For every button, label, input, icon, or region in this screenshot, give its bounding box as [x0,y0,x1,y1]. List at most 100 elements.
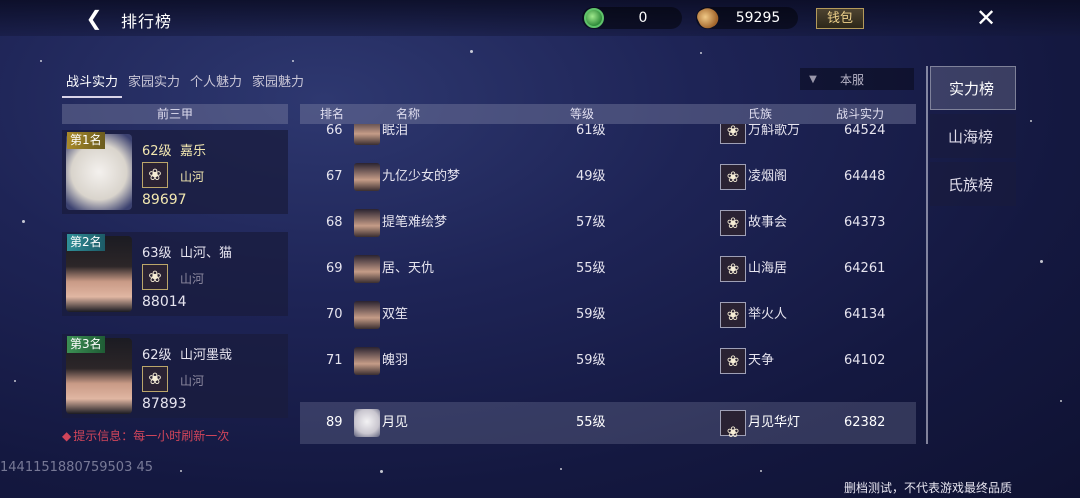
refresh-tip-text: 提示信息：每一小时刷新一次 [73,429,230,443]
clan-emblem-icon: ❀ [720,124,746,144]
jade-currency: 0 [582,7,682,29]
row-clan: 故事会 [748,215,788,230]
coin-amount: 59295 [735,10,781,26]
avatar [354,209,380,237]
wallet-button[interactable]: 钱包 [816,8,864,29]
row-power: 62382 [844,415,886,430]
row-power: 64524 [844,124,886,138]
row-rank: 67 [326,169,343,184]
row-clan: 天争 [748,353,775,368]
player-name: 山河墨哉 [180,348,233,363]
tab-home-power[interactable]: 家园实力 [124,72,184,98]
avatar [354,347,380,375]
rank-badge: 第1名 [67,132,105,149]
side-tabs: 实力榜 山海榜 氏族榜 [926,66,1016,210]
avatar [354,301,380,329]
row-name: 眠泪 [382,124,409,138]
coin-icon [694,4,722,32]
avatar [354,409,380,437]
row-clan: 月见华灯 [748,415,801,430]
row-clan: 万斛歌万 [748,124,801,138]
ranking-category-tabs: 战斗实力 家园实力 个人魅力 家园魅力 [62,72,310,98]
jade-amount: 0 [638,10,648,26]
row-rank: 89 [326,415,343,430]
ranking-table-header: 排名 名称 等级 氏族 战斗实力 [300,104,916,124]
top-bar: ❮ 排行榜 0 59295 钱包 ✕ [0,0,1080,36]
row-clan: 山海居 [748,261,788,276]
combat-power: 88014 [142,294,187,310]
row-level: 57级 [576,215,606,230]
ranking-list[interactable]: 66 眠泪 61级 ❀ 万斛歌万 64524 67 九亿少女的梦 49级 ❀ 凌… [300,124,916,400]
row-level: 59级 [576,353,606,368]
rank-badge: 第2名 [67,234,105,251]
row-name: 魄羽 [382,353,409,368]
table-row[interactable]: 69 居、天仇 55级 ❀ 山海居 64261 [300,246,916,292]
top3-card-3[interactable]: 第3名 62级 山河墨哉 ❀ 山河 87893 [62,334,288,418]
coin-currency: 59295 [694,4,798,32]
row-power: 64448 [844,169,886,184]
row-rank: 71 [326,353,343,368]
jade-icon [584,8,604,28]
rank-badge: 第3名 [67,336,105,353]
refresh-tip: ◆ 提示信息：每一小时刷新一次 [62,427,229,444]
player-level: 62级 [142,144,172,159]
info-diamond-icon: ◆ [62,429,72,443]
header-clan: 氏族 [748,107,773,121]
table-row[interactable]: 70 双笙 59级 ❀ 举火人 64134 [300,292,916,338]
self-rank-row[interactable]: 89 月见 55级 ❀ 月见华灯 62382 [300,402,916,444]
row-clan: 凌烟阁 [748,169,788,184]
header-name: 名称 [396,107,421,121]
avatar [354,163,380,191]
top3-card-2[interactable]: 第2名 63级 山河、猫 ❀ 山河 88014 [62,232,288,316]
avatar [354,255,380,283]
clan-name: 山河 [180,272,205,286]
clan-emblem-icon: ❀ [720,348,746,374]
top3-card-1[interactable]: 第1名 62级 嘉乐 ❀ 山河 89697 [62,130,288,214]
close-icon[interactable]: ✕ [972,4,1000,32]
test-disclaimer: 删档测试，不代表游戏最终品质 [844,481,1013,495]
clan-flower-icon: ❀ [142,264,168,290]
combat-power: 89697 [142,192,187,208]
row-rank: 69 [326,261,343,276]
row-level: 61级 [576,124,606,138]
server-dropdown[interactable]: ▼ 本服 [800,68,914,90]
tab-shanhai-ranking[interactable]: 山海榜 [930,114,1016,158]
player-level: 62级 [142,348,172,363]
row-power: 64102 [844,353,886,368]
clan-emblem-icon: ❀ [720,210,746,236]
row-level: 59级 [576,307,606,322]
player-level: 63级 [142,246,172,261]
row-power: 64261 [844,261,886,276]
header-level: 等级 [570,107,595,121]
table-row[interactable]: 68 提笔难绘梦 57级 ❀ 故事会 64373 [300,200,916,246]
tab-personal-charm[interactable]: 个人魅力 [186,72,246,98]
row-level: 55级 [576,415,606,430]
row-power: 64373 [844,215,886,230]
row-power: 64134 [844,307,886,322]
tab-clan-ranking[interactable]: 氏族榜 [930,162,1016,206]
page-title: 排行榜 [121,12,173,31]
row-clan: 举火人 [748,307,788,322]
clan-name: 山河 [180,170,205,184]
clan-emblem-icon: ❀ [720,256,746,282]
row-name: 双笙 [382,307,409,322]
tab-home-charm[interactable]: 家园魅力 [248,72,308,98]
back-button[interactable]: ❮ [80,4,108,32]
header-rank: 排名 [320,107,345,121]
table-row[interactable]: 71 魄羽 59级 ❀ 天争 64102 [300,338,916,384]
row-level: 55级 [576,261,606,276]
clan-emblem-icon: ❀ [720,164,746,190]
row-rank: 70 [326,307,343,322]
header-power: 战斗实力 [836,107,885,121]
row-name: 居、天仇 [382,261,435,276]
tab-combat-power[interactable]: 战斗实力 [62,72,123,98]
table-row[interactable]: 66 眠泪 61级 ❀ 万斛歌万 64524 [300,124,916,154]
tab-strength-ranking[interactable]: 实力榜 [930,66,1016,110]
server-dropdown-value: 本服 [840,72,865,87]
table-row[interactable]: 67 九亿少女的梦 49级 ❀ 凌烟阁 64448 [300,154,916,200]
combat-power: 87893 [142,396,187,412]
row-level: 49级 [576,169,606,184]
row-name: 月见 [382,415,409,430]
player-name: 嘉乐 [180,144,207,159]
row-name: 九亿少女的梦 [382,169,461,184]
